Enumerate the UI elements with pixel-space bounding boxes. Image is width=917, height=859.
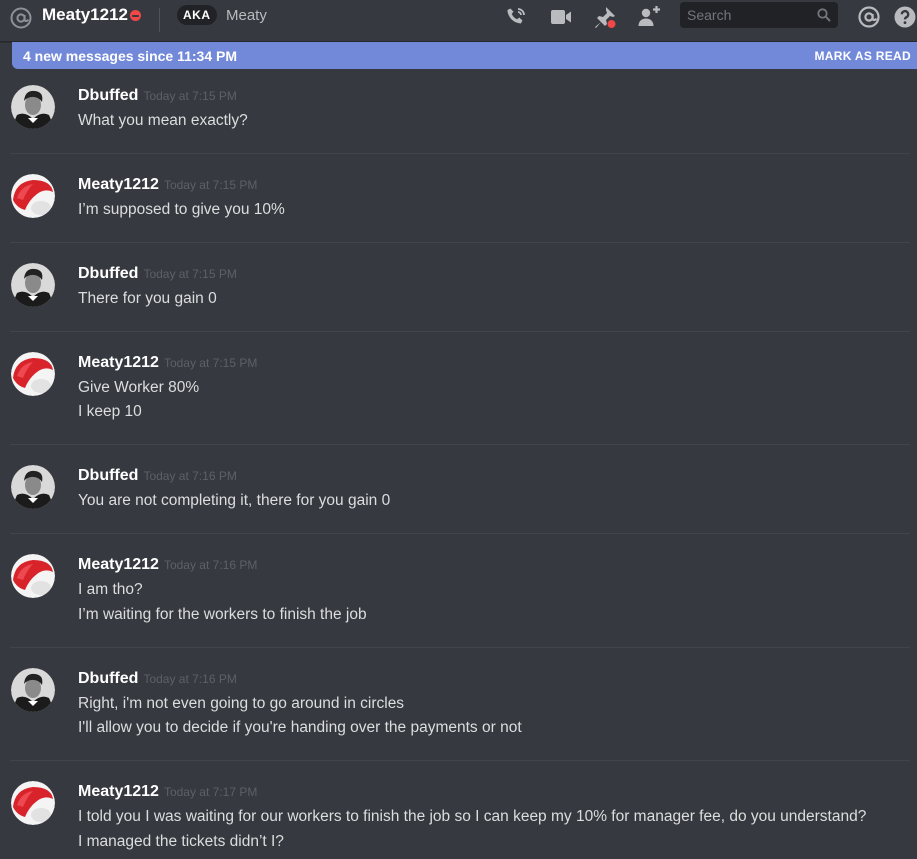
message-content: I keep 10 bbox=[78, 403, 142, 420]
start-video-call-icon[interactable] bbox=[549, 5, 573, 29]
discord-dm-window: Meaty1212 AKA Meaty Search 4 new message… bbox=[0, 0, 917, 859]
at-icon bbox=[10, 7, 32, 29]
message-content: I managed the tickets didn’t I? bbox=[78, 833, 284, 850]
message-timestamp: Today at 7:16 PM bbox=[163, 558, 258, 572]
message-content: Right, i'm not even going to go around i… bbox=[78, 695, 405, 712]
message-author[interactable]: Meaty1212 bbox=[78, 176, 159, 193]
avatar[interactable] bbox=[11, 465, 55, 509]
message-author[interactable]: Meaty1212 bbox=[78, 354, 159, 371]
avatar[interactable] bbox=[11, 263, 55, 307]
message-timestamp: Today at 7:15 PM bbox=[163, 356, 258, 370]
avatar[interactable] bbox=[11, 174, 55, 218]
message-timestamp: Today at 7:16 PM bbox=[143, 469, 237, 483]
message-content: You are not completing it, there for you… bbox=[78, 492, 391, 509]
message-author[interactable]: Dbuffed bbox=[78, 265, 138, 282]
message-content: I’m waiting for the workers to finish th… bbox=[78, 606, 367, 623]
mark-as-read-button[interactable]: MARK AS READ bbox=[815, 49, 912, 63]
message-content: There for you gain 0 bbox=[78, 290, 217, 307]
message-timestamp: Today at 7:16 PM bbox=[143, 672, 237, 686]
message-timestamp: Today at 7:15 PM bbox=[163, 178, 258, 192]
message-author[interactable]: Dbuffed bbox=[78, 467, 138, 484]
search-input[interactable] bbox=[680, 2, 812, 28]
avatar[interactable] bbox=[11, 352, 55, 396]
help-icon[interactable] bbox=[893, 5, 917, 29]
message-divider bbox=[10, 647, 910, 648]
avatar[interactable] bbox=[11, 85, 55, 129]
dnd-status-icon bbox=[130, 10, 141, 21]
add-friend-to-dm-icon[interactable] bbox=[637, 5, 661, 29]
message-divider bbox=[10, 760, 910, 761]
message-author[interactable]: Dbuffed bbox=[78, 670, 138, 687]
message-timestamp: Today at 7:17 PM bbox=[163, 785, 258, 799]
message-author[interactable]: Meaty1212 bbox=[78, 556, 159, 573]
start-voice-call-icon[interactable] bbox=[504, 5, 528, 29]
message-divider bbox=[10, 444, 910, 445]
aka-nickname: Meaty bbox=[226, 7, 267, 24]
message-divider bbox=[10, 331, 910, 332]
aka-badge: AKA bbox=[177, 5, 217, 25]
header-divider bbox=[159, 8, 160, 32]
message-content: I'll allow you to decide if you're handi… bbox=[78, 719, 522, 736]
new-messages-bar[interactable]: 4 new messages since 11:34 PM MARK AS RE… bbox=[12, 42, 917, 69]
avatar[interactable] bbox=[11, 668, 55, 712]
message-divider bbox=[10, 153, 910, 154]
search-icon bbox=[817, 8, 831, 22]
message-timestamp: Today at 7:15 PM bbox=[143, 267, 237, 281]
message-content: I’m supposed to give you 10% bbox=[78, 201, 285, 218]
message-content: Give Worker 80% bbox=[78, 379, 200, 396]
message-content: I am tho? bbox=[78, 581, 143, 598]
search-bar[interactable] bbox=[680, 2, 838, 28]
message-content: What you mean exactly? bbox=[78, 112, 248, 129]
message-timestamp: Today at 7:15 PM bbox=[143, 89, 237, 103]
message-divider bbox=[10, 533, 910, 534]
new-messages-text: 4 new messages since 11:34 PM bbox=[23, 48, 238, 64]
channel-header: Meaty1212 AKA Meaty bbox=[0, 0, 917, 42]
avatar[interactable] bbox=[11, 554, 55, 598]
dm-recipient-name: Meaty1212 bbox=[42, 5, 129, 24]
message-author[interactable]: Meaty1212 bbox=[78, 783, 159, 800]
message-divider bbox=[10, 242, 910, 243]
message-content: I told you I was waiting for our workers… bbox=[78, 808, 867, 825]
avatar[interactable] bbox=[11, 781, 55, 825]
pinned-messages-icon[interactable] bbox=[593, 5, 617, 29]
mentions-icon[interactable] bbox=[857, 5, 881, 29]
message-author[interactable]: Dbuffed bbox=[78, 87, 138, 104]
